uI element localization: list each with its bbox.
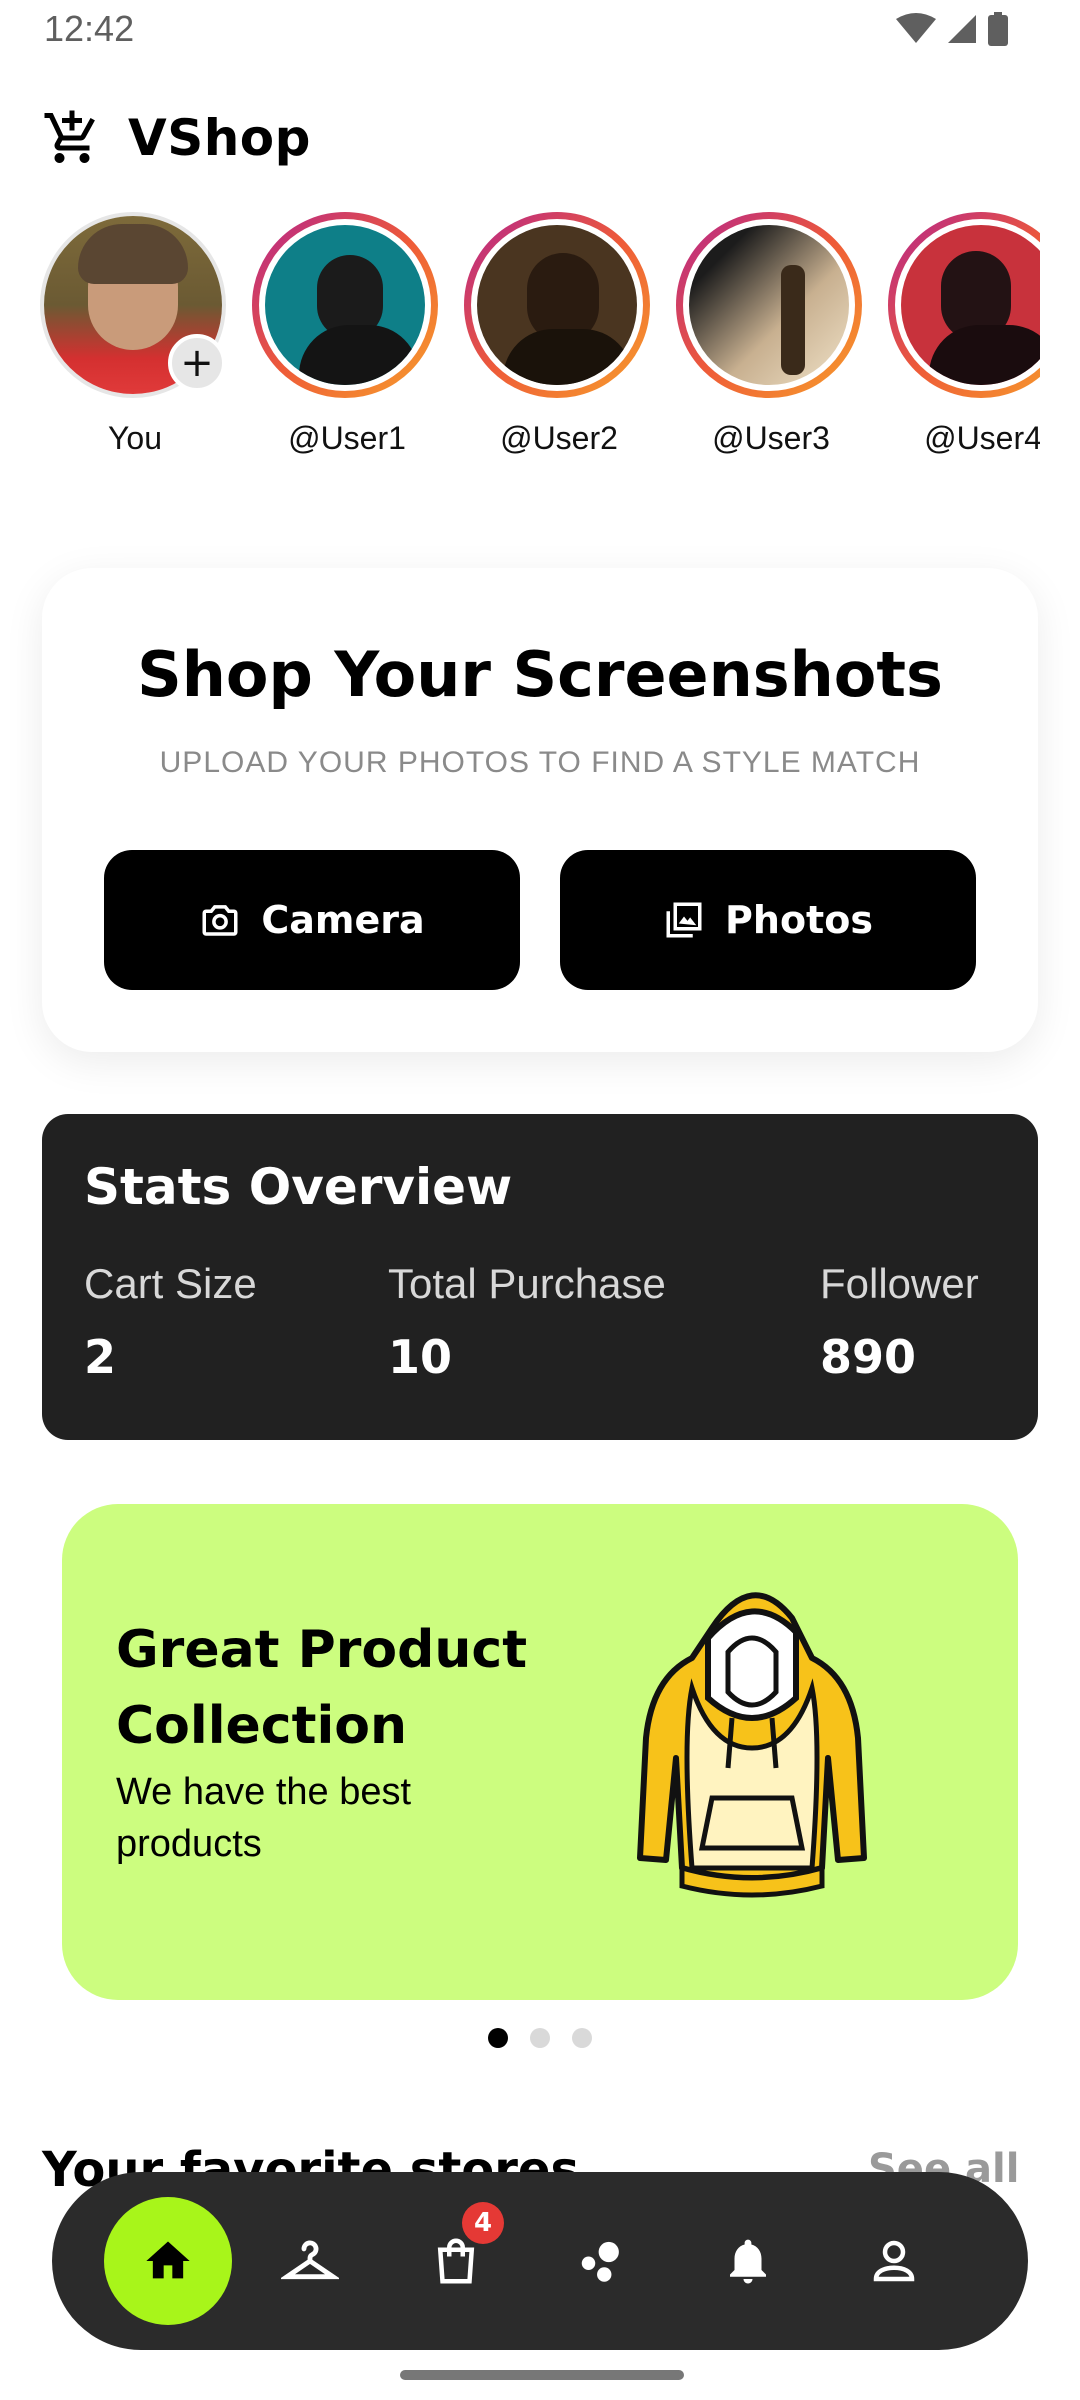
signal-icon bbox=[948, 15, 976, 43]
add-story-button[interactable]: + bbox=[168, 334, 226, 392]
shop-subtitle: UPLOAD YOUR PHOTOS TO FIND A STYLE MATCH bbox=[159, 746, 921, 779]
home-icon bbox=[146, 2241, 190, 2279]
stat-cart-size: Cart Size 2 bbox=[84, 1260, 257, 1384]
camera-label: Camera bbox=[261, 898, 425, 942]
story-user3[interactable]: @User3 bbox=[676, 212, 866, 457]
story-ring bbox=[888, 212, 1040, 398]
stat-total-purchase: Total Purchase 10 bbox=[388, 1260, 666, 1384]
hoodie-icon bbox=[637, 1592, 867, 1898]
promo-title-line1: Great Product bbox=[116, 1620, 528, 1680]
wifi-icon bbox=[896, 13, 936, 43]
app-header: VShop bbox=[42, 108, 311, 168]
story-ring bbox=[676, 212, 862, 398]
story-label: You bbox=[108, 420, 162, 456]
story-user1[interactable]: @User1 bbox=[252, 212, 442, 457]
stat-follower: Follower 890 bbox=[820, 1260, 979, 1384]
nav-home[interactable] bbox=[104, 2172, 232, 2350]
story-user4[interactable]: @User4 bbox=[888, 212, 1040, 457]
app-title: VShop bbox=[128, 109, 311, 167]
story-user2[interactable]: @User2 bbox=[464, 212, 654, 457]
stat-value: 890 bbox=[820, 1330, 917, 1384]
story-you[interactable]: + You bbox=[40, 212, 230, 457]
stat-label: Total Purchase bbox=[388, 1260, 666, 1307]
avatar bbox=[477, 225, 637, 385]
story-label: @User4 bbox=[924, 420, 1040, 456]
photo-library-icon bbox=[666, 902, 702, 938]
bottom-nav: 4 bbox=[52, 2172, 1028, 2350]
photos-button[interactable]: Photos bbox=[560, 850, 976, 990]
stat-label: Follower bbox=[820, 1260, 979, 1307]
promo-banner[interactable]: Great Product Collection We have the bes… bbox=[62, 1504, 1018, 2000]
promo-title-line2: Collection bbox=[116, 1696, 408, 1756]
story-label: @User1 bbox=[288, 420, 406, 456]
stat-value: 2 bbox=[84, 1330, 117, 1384]
story-label: @User2 bbox=[500, 420, 618, 456]
home-indicator[interactable] bbox=[400, 2370, 684, 2380]
bubbles-icon bbox=[581, 2241, 619, 2282]
battery-icon bbox=[988, 12, 1008, 46]
status-time: 12:42 bbox=[44, 8, 135, 49]
avatar bbox=[689, 225, 849, 385]
add-to-cart-icon[interactable] bbox=[42, 108, 102, 168]
story-ring bbox=[252, 212, 438, 398]
story-ring bbox=[464, 212, 650, 398]
promo-title: Great Product Collection bbox=[116, 1612, 527, 1764]
avatar bbox=[901, 225, 1040, 385]
stat-value: 10 bbox=[388, 1330, 453, 1384]
nav-wardrobe[interactable] bbox=[250, 2172, 370, 2350]
profile-icon bbox=[873, 2240, 915, 2282]
camera-icon bbox=[202, 905, 238, 936]
hanger-icon bbox=[281, 2240, 339, 2280]
stats-overview-card: Stats Overview Cart Size 2 Total Purchas… bbox=[42, 1114, 1038, 1440]
status-icons bbox=[896, 12, 1008, 46]
nav-discover[interactable] bbox=[542, 2172, 662, 2350]
carousel-dot[interactable] bbox=[572, 2028, 592, 2048]
camera-button[interactable]: Camera bbox=[104, 850, 520, 990]
shop-screenshots-card: Shop Your Screenshots UPLOAD YOUR PHOTOS… bbox=[42, 568, 1038, 1052]
nav-notifications[interactable] bbox=[688, 2172, 808, 2350]
photos-label: Photos bbox=[725, 898, 873, 942]
stories-row[interactable]: + You @User1 @User2 @User3 @User4 bbox=[40, 212, 1040, 472]
carousel-dot[interactable] bbox=[488, 2028, 508, 2048]
story-label: @User3 bbox=[712, 420, 830, 456]
avatar bbox=[265, 225, 425, 385]
shop-title: Shop Your Screenshots bbox=[137, 638, 943, 711]
carousel-dot[interactable] bbox=[530, 2028, 550, 2048]
carousel-indicator[interactable] bbox=[488, 2028, 592, 2048]
cart-badge: 4 bbox=[462, 2202, 504, 2244]
promo-subtitle: We have the best products bbox=[116, 1771, 412, 1865]
stat-label: Cart Size bbox=[84, 1260, 257, 1307]
nav-cart[interactable]: 4 bbox=[396, 2172, 516, 2350]
nav-profile[interactable] bbox=[834, 2172, 954, 2350]
bell-icon bbox=[730, 2239, 766, 2284]
stats-title: Stats Overview bbox=[84, 1158, 513, 1216]
